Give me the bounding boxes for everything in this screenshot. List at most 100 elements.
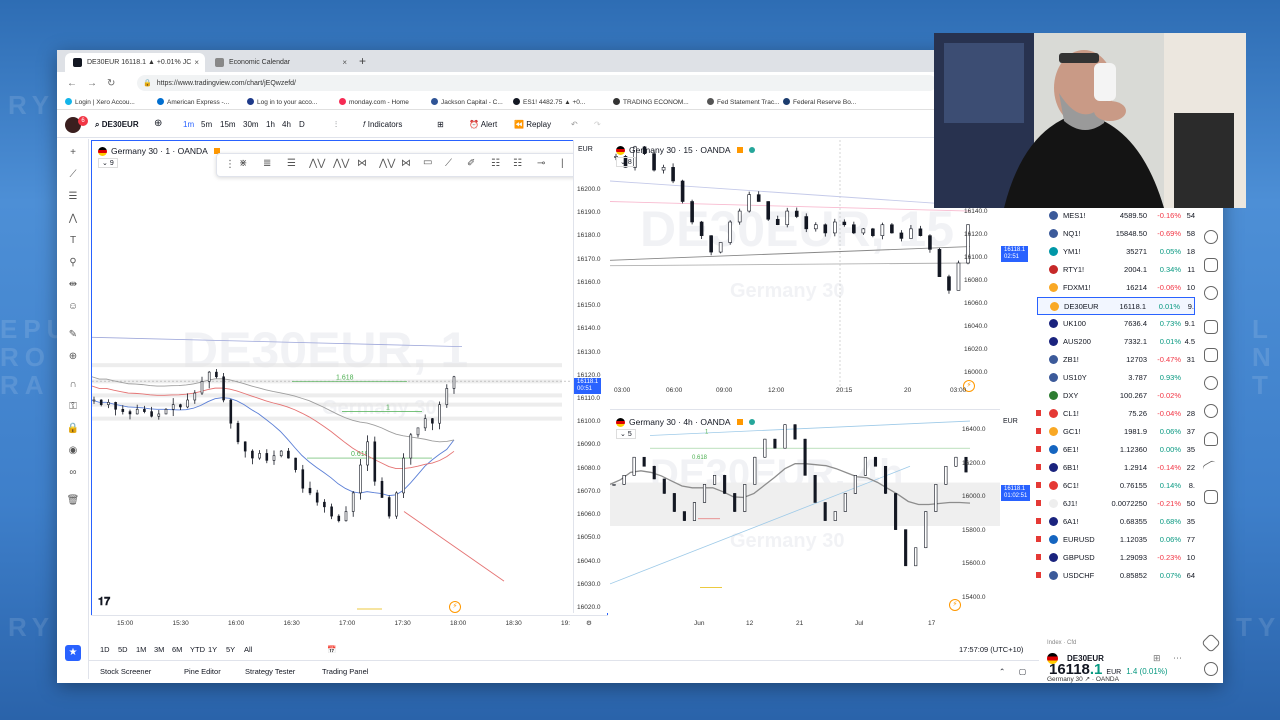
reload-icon[interactable]: ↻ [107, 78, 115, 89]
lock-drawing-icon[interactable]: ⚿ [66, 401, 80, 413]
range-3m[interactable]: 3M [154, 645, 164, 654]
abcd-icon[interactable]: ⋀⋁ [333, 158, 349, 169]
crosshair-icon[interactable]: + [66, 147, 80, 159]
pencil-icon[interactable]: ✎ [66, 329, 80, 341]
trash-icon[interactable]: 🗑 [66, 495, 80, 507]
compare-icon[interactable]: ⊕ [154, 118, 162, 129]
url-field[interactable]: 🔒 https://www.tradingview.com/chart/jEQwz… [137, 75, 937, 91]
grip-icon[interactable]: ⋮ [225, 159, 235, 170]
range-ytd[interactable]: YTD [190, 645, 205, 654]
chart-4h-pane[interactable]: DE30EUR, 4h Germany 30 1 0.618 Germany 30… [610, 412, 1000, 617]
vertical-line-icon[interactable]: | [561, 158, 564, 169]
close-icon[interactable]: × [342, 58, 347, 67]
triangle-icon[interactable]: ⋈ [401, 158, 411, 169]
link-icon[interactable]: ∞ [66, 467, 80, 479]
trendline-icon[interactable]: ⟋ [66, 169, 80, 181]
watchlist-row[interactable]: US10Y 3.787 0.93% [1037, 369, 1195, 387]
watchlist-row[interactable]: FDXM1! 16214 -0.06% 10 [1037, 279, 1195, 297]
chart-1m-pane[interactable]: DE30EUR, 1 Germany 30 1.618 1 0.618 German… [91, 140, 608, 633]
fib-extension-icon[interactable]: ☰ [287, 158, 296, 169]
watchlist-row[interactable]: EURUSD 1.12035 0.06% 77 [1036, 531, 1195, 549]
bookmark-item[interactable]: ES1! 4482.75 ▲ +0... [513, 98, 585, 106]
watchlist-row[interactable]: ZB1! 12703 -0.47% 31 [1037, 351, 1195, 369]
bell-icon[interactable] [1204, 432, 1218, 446]
watchlist-row[interactable]: NQ1! 15848.50 -0.69% 58 [1037, 225, 1195, 243]
events-icon[interactable]: ⚡ [449, 601, 461, 613]
watchlist-row[interactable]: 6J1! 0.0072250 -0.21% 50 [1036, 495, 1195, 513]
watchlist-row[interactable]: UK100 7636.4 0.73% 9.1 [1037, 315, 1195, 333]
eye-icon[interactable]: ◉ [66, 445, 80, 457]
tab-trading-panel[interactable]: Trading Panel [322, 667, 368, 676]
horizontal-ray-icon[interactable]: ⊸ [537, 158, 545, 169]
symbol-search[interactable]: ⌕ DE30EUR [95, 120, 139, 130]
pattern-icon[interactable]: ⋀ [66, 213, 80, 225]
watchlist-row[interactable]: 6B1! 1.2914 -0.14% 22 [1036, 459, 1195, 477]
tf-5m[interactable]: 5m [201, 120, 212, 129]
close-icon[interactable]: × [194, 58, 199, 67]
ruler-icon[interactable]: ⇹ [66, 279, 80, 291]
range-5d[interactable]: 5D [118, 645, 128, 654]
xabcd-icon[interactable]: ⋈ [357, 158, 367, 169]
star-icon[interactable]: ★ [65, 645, 81, 661]
replay-button[interactable]: ⏪ Replay [514, 120, 551, 129]
bookmark-item[interactable]: TRADING ECONOM... [613, 98, 689, 106]
more-icon[interactable]: ⋯ [1173, 653, 1182, 664]
grid-icon[interactable] [1204, 490, 1218, 504]
events-icon[interactable]: ⚡ [949, 599, 961, 611]
forward-icon[interactable]: → [87, 78, 97, 89]
watchlist-row[interactable]: USDCHF 0.85852 0.07% 64 [1036, 567, 1195, 585]
watchlist-row[interactable]: MES1! 4589.50 -0.16% 54 [1037, 207, 1195, 225]
tab-tradingview[interactable]: DE30EUR 16118.1 ▲ +0.01% JC × [65, 53, 205, 72]
watchlist-row[interactable]: CL1! 75.26 -0.04% 28 [1036, 405, 1195, 423]
ideas-icon[interactable] [1204, 286, 1218, 300]
wave-icon[interactable]: ⋀⋁ [379, 158, 395, 169]
interval-badge[interactable]: ⌄ 8 [616, 157, 636, 167]
collapse-icon[interactable]: ⌃ [999, 667, 1005, 676]
rectangle-icon[interactable]: ▭ [423, 157, 432, 168]
bookmark-item[interactable]: American Express -... [157, 98, 229, 106]
range-1d[interactable]: 1D [100, 645, 110, 654]
layers-icon[interactable] [1201, 633, 1221, 653]
line-icon[interactable]: ⟋ [445, 158, 452, 169]
chart-4h-time-axis[interactable]: Jun 12 21 Jul 17 [610, 617, 1000, 633]
bookmark-item[interactable]: Federal Reserve Bo... [783, 98, 856, 106]
tab-economic-calendar[interactable]: Economic Calendar × [207, 53, 353, 72]
watchlist-row[interactable]: GC1! 1981.9 0.06% 37 [1036, 423, 1195, 441]
elliott-icon[interactable]: ⋀⋁ [309, 158, 325, 169]
tf-1m[interactable]: 1m [183, 120, 194, 129]
fib-icon[interactable]: ☰ [66, 191, 80, 203]
fib-retracement-icon[interactable]: ≣ [263, 158, 271, 169]
tf-4h[interactable]: 4h [282, 120, 291, 129]
tf-30m[interactable]: 30m [243, 120, 259, 129]
broadcast-icon[interactable] [1204, 404, 1218, 418]
range-1m[interactable]: 1M [136, 645, 146, 654]
interval-badge[interactable]: ⌄ 9 [98, 158, 118, 168]
calendar-icon[interactable] [1204, 258, 1218, 272]
range-5y[interactable]: 5Y [226, 645, 235, 654]
pen-icon[interactable]: ✐ [467, 158, 475, 169]
lock-icon[interactable]: 🔒 [66, 423, 80, 435]
tab-pine-editor[interactable]: Pine Editor [184, 667, 221, 676]
measure-icon[interactable]: ⚲ [66, 257, 80, 269]
lightbulb-icon[interactable] [1204, 376, 1218, 390]
watchlist-row[interactable]: 6E1! 1.12360 0.00% 35 [1036, 441, 1195, 459]
tf-d[interactable]: D [299, 120, 305, 129]
bookmark-item[interactable]: Login | Xero Accou... [65, 98, 135, 106]
bookmark-item[interactable]: Fed Statement Trac... [707, 98, 780, 106]
tab-stock-screener[interactable]: Stock Screener [100, 667, 151, 676]
back-icon[interactable]: ← [67, 78, 77, 89]
parallel-channel-icon[interactable]: ☷ [491, 158, 500, 169]
text-icon[interactable]: T [66, 235, 80, 247]
watchlist-row[interactable]: DXY 100.267 -0.02% [1037, 387, 1195, 405]
candle-type-icon[interactable]: ⫶ [335, 120, 337, 130]
watchlist-row[interactable]: GBPUSD 1.29093 -0.23% 10 [1036, 549, 1195, 567]
chart-1m-time-axis[interactable]: 15:00 15:30 16:00 16:30 17:00 17:30 18:00 18:30… [91, 615, 608, 633]
redo-icon[interactable]: ↷ [594, 120, 601, 129]
undo-icon[interactable]: ↶ [571, 120, 578, 129]
indicators-button[interactable]: 𝑓 Indicators [363, 120, 402, 130]
trend-icon[interactable] [1201, 459, 1221, 479]
notes-icon[interactable] [1204, 348, 1218, 362]
maximize-icon[interactable]: ▢ [1019, 667, 1026, 676]
tf-1h[interactable]: 1h [266, 120, 275, 129]
watchlist-row[interactable]: RTY1! 2004.1 0.34% 11 [1037, 261, 1195, 279]
